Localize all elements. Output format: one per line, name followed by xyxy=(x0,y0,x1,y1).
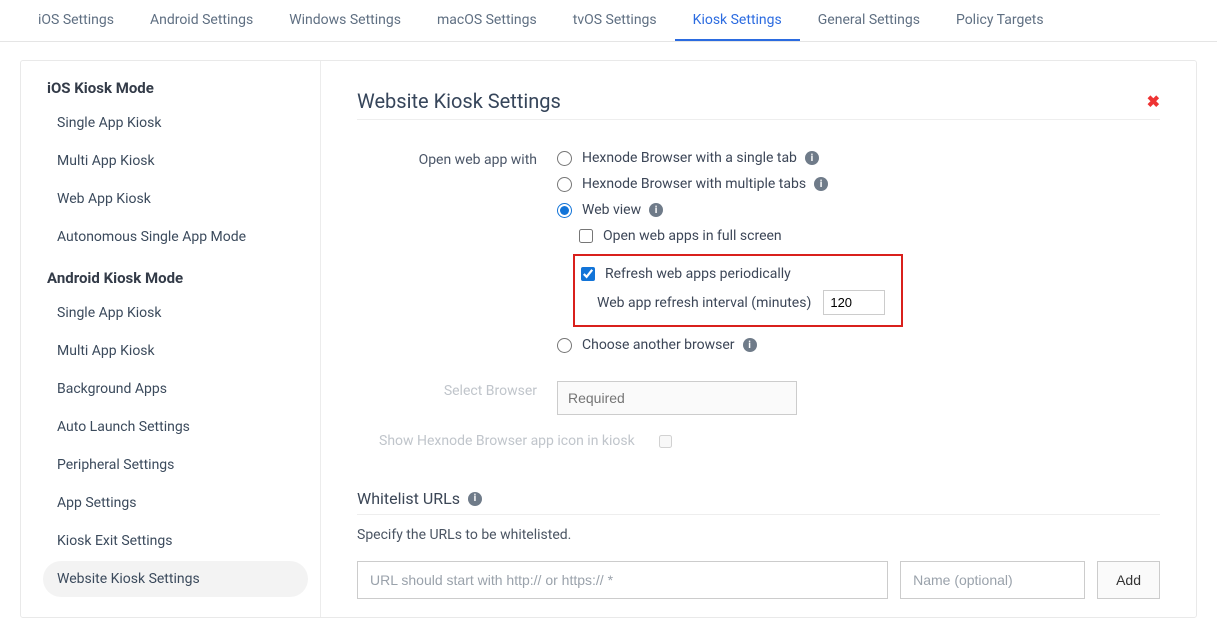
radio-another-browser-input[interactable] xyxy=(557,338,572,353)
radio-multi-tab[interactable]: Hexnode Browser with multiple tabs i xyxy=(557,176,1160,192)
checkbox-refresh[interactable]: Refresh web apps periodically xyxy=(575,266,895,282)
tab-windows-settings[interactable]: Windows Settings xyxy=(271,0,419,41)
sidebar-item-auto-launch[interactable]: Auto Launch Settings xyxy=(43,409,308,445)
whitelist-name-input[interactable] xyxy=(900,561,1085,599)
tab-general-settings[interactable]: General Settings xyxy=(800,0,938,41)
radio-single-tab-input[interactable] xyxy=(557,151,572,166)
open-web-app-row: Open web app with Hexnode Browser with a… xyxy=(357,150,1160,363)
radio-another-browser[interactable]: Choose another browser i xyxy=(557,337,1160,353)
sidebar-item-kiosk-exit[interactable]: Kiosk Exit Settings xyxy=(43,523,308,559)
checkbox-fullscreen-label: Open web apps in full screen xyxy=(603,228,782,244)
radio-multi-tab-label: Hexnode Browser with multiple tabs xyxy=(582,176,806,192)
tab-tvos-settings[interactable]: tvOS Settings xyxy=(555,0,675,41)
info-icon[interactable]: i xyxy=(814,177,828,191)
whitelist-url-input[interactable] xyxy=(357,561,888,599)
sidebar-item-website-kiosk[interactable]: Website Kiosk Settings xyxy=(43,561,308,597)
sidebar-item-ios-web-app[interactable]: Web App Kiosk xyxy=(43,181,308,217)
checkbox-refresh-input[interactable] xyxy=(581,267,595,281)
highlight-refresh-box: Refresh web apps periodically Web app re… xyxy=(573,254,903,327)
info-icon[interactable]: i xyxy=(743,338,757,352)
info-icon[interactable]: i xyxy=(468,492,482,506)
sidebar-header-android-kiosk: Android Kiosk Mode xyxy=(43,269,308,287)
tab-macos-settings[interactable]: macOS Settings xyxy=(419,0,555,41)
interval-label: Web app refresh interval (minutes) xyxy=(597,295,811,311)
tab-ios-settings[interactable]: iOS Settings xyxy=(20,0,132,41)
content-panel: iOS Kiosk Mode Single App Kiosk Multi Ap… xyxy=(20,60,1197,618)
info-icon[interactable]: i xyxy=(649,203,663,217)
sidebar-item-background-apps[interactable]: Background Apps xyxy=(43,371,308,407)
sidebar: iOS Kiosk Mode Single App Kiosk Multi Ap… xyxy=(21,61,321,617)
select-browser-row: Select Browser xyxy=(357,381,1160,415)
select-browser-label: Select Browser xyxy=(357,381,557,399)
sidebar-item-ios-single-app[interactable]: Single App Kiosk xyxy=(43,105,308,141)
interval-row: Web app refresh interval (minutes) xyxy=(575,290,895,315)
select-browser-input[interactable] xyxy=(557,381,797,415)
whitelist-hint: Specify the URLs to be whitelisted. xyxy=(357,527,1160,543)
radio-web-view-label: Web view xyxy=(582,202,641,218)
sidebar-item-android-single-app[interactable]: Single App Kiosk xyxy=(43,295,308,331)
main-title-row: Website Kiosk Settings ✖ xyxy=(357,89,1160,120)
checkbox-fullscreen[interactable]: Open web apps in full screen xyxy=(579,228,1160,244)
info-icon[interactable]: i xyxy=(805,151,819,165)
whitelist-input-row: Add xyxy=(357,561,1160,599)
radio-single-tab[interactable]: Hexnode Browser with a single tab i xyxy=(557,150,1160,166)
interval-input[interactable] xyxy=(823,290,885,315)
sidebar-item-android-multi-app[interactable]: Multi App Kiosk xyxy=(43,333,308,369)
show-browser-icon-label: Show Hexnode Browser app icon in kiosk xyxy=(379,433,635,449)
radio-web-view-input[interactable] xyxy=(557,203,572,218)
whitelist-title: Whitelist URLs xyxy=(357,489,460,508)
add-button[interactable]: Add xyxy=(1097,561,1160,599)
radio-multi-tab-input[interactable] xyxy=(557,177,572,192)
radio-another-browser-label: Choose another browser xyxy=(582,337,735,353)
sidebar-item-ios-autonomous[interactable]: Autonomous Single App Mode xyxy=(43,219,308,255)
show-browser-icon-checkbox[interactable] xyxy=(659,435,672,448)
checkbox-refresh-label: Refresh web apps periodically xyxy=(605,266,791,282)
open-web-app-label: Open web app with xyxy=(357,150,557,168)
whitelist-header: Whitelist URLs i xyxy=(357,489,1160,515)
tab-kiosk-settings[interactable]: Kiosk Settings xyxy=(675,0,800,41)
radio-single-tab-label: Hexnode Browser with a single tab xyxy=(582,150,797,166)
main-panel: Website Kiosk Settings ✖ Open web app wi… xyxy=(321,61,1196,617)
sidebar-item-peripheral[interactable]: Peripheral Settings xyxy=(43,447,308,483)
checkbox-fullscreen-input[interactable] xyxy=(579,229,593,243)
sidebar-header-ios-kiosk: iOS Kiosk Mode xyxy=(43,79,308,97)
top-tabs: iOS Settings Android Settings Windows Se… xyxy=(0,0,1217,42)
sidebar-item-app-settings[interactable]: App Settings xyxy=(43,485,308,521)
close-icon[interactable]: ✖ xyxy=(1147,92,1160,111)
radio-web-view[interactable]: Web view i xyxy=(557,202,1160,218)
tab-android-settings[interactable]: Android Settings xyxy=(132,0,271,41)
show-browser-icon-row: Show Hexnode Browser app icon in kiosk xyxy=(357,433,1160,449)
sidebar-item-ios-multi-app[interactable]: Multi App Kiosk xyxy=(43,143,308,179)
page-title: Website Kiosk Settings xyxy=(357,89,561,113)
tab-policy-targets[interactable]: Policy Targets xyxy=(938,0,1062,41)
